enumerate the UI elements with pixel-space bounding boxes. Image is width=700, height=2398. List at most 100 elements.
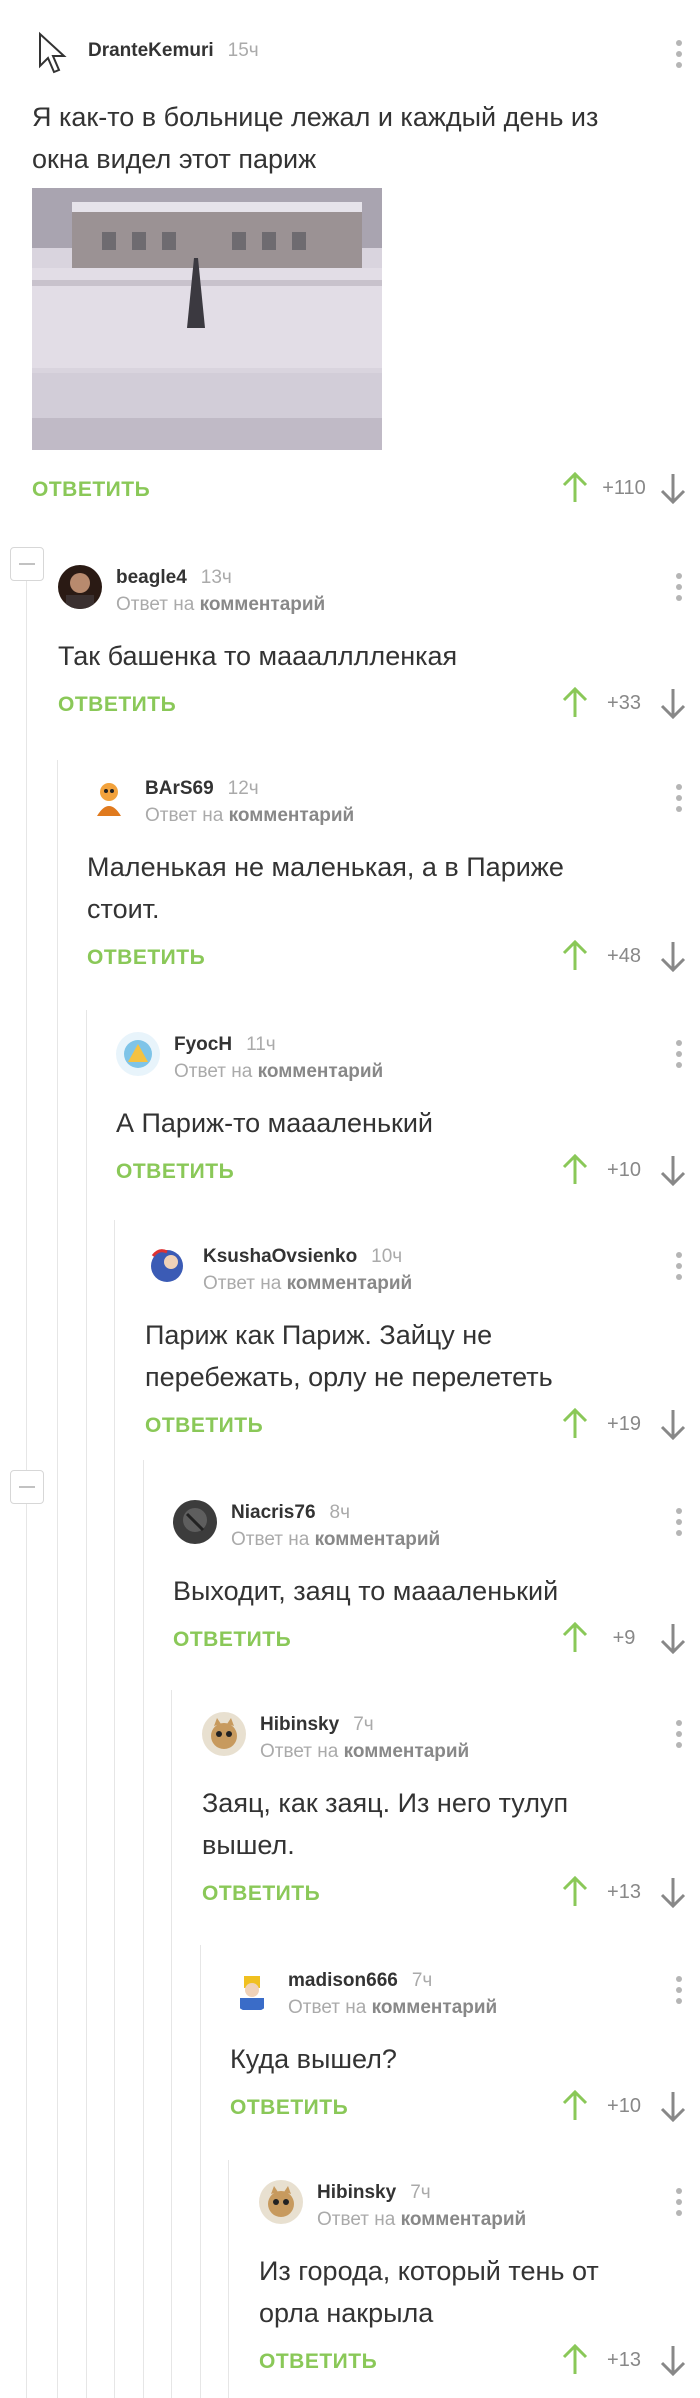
reply-target-link[interactable]: комментарий <box>258 1061 384 1082</box>
thread-line <box>171 1690 172 2398</box>
avatar[interactable] <box>173 1500 217 1544</box>
reply-target-link[interactable]: комментарий <box>344 1741 470 1762</box>
comment: KsushaOvsienko 10ч Ответ на комментарий П… <box>145 1244 700 1444</box>
arrow-down-icon[interactable] <box>660 1154 686 1186</box>
avatar[interactable] <box>58 565 102 609</box>
comment-image[interactable] <box>32 188 382 450</box>
avatar[interactable] <box>87 776 131 820</box>
vote-block: +10 <box>562 1154 686 1186</box>
reply-to: Ответ на комментарий <box>288 1997 498 2018</box>
reply-target-link[interactable]: комментарий <box>372 1997 498 2018</box>
avatar[interactable] <box>145 1244 189 1288</box>
arrow-up-icon[interactable] <box>562 687 588 719</box>
more-vertical-icon[interactable] <box>676 784 682 817</box>
comment-time: 10ч <box>371 1246 403 1267</box>
more-vertical-icon[interactable] <box>676 1040 682 1073</box>
avatar[interactable] <box>259 2180 303 2224</box>
cursor-arrow-icon <box>32 30 76 74</box>
comment-author[interactable]: Niacris76 8ч <box>231 1502 350 1524</box>
arrow-up-icon[interactable] <box>562 1876 588 1908</box>
comment: madison666 7ч Ответ на комментарий Куда в… <box>230 1968 700 2128</box>
more-vertical-icon[interactable] <box>676 573 682 606</box>
more-vertical-icon[interactable] <box>676 1720 682 1753</box>
reply-target-link[interactable]: комментарий <box>287 1273 413 1294</box>
avatar[interactable] <box>116 1032 160 1076</box>
comment-author[interactable]: BArS69 12ч <box>145 778 259 800</box>
comment-author[interactable]: DranteKemuri 15ч <box>88 40 259 62</box>
arrow-down-icon[interactable] <box>660 1408 686 1440</box>
arrow-down-icon[interactable] <box>660 2090 686 2122</box>
more-vertical-icon[interactable] <box>676 1508 682 1541</box>
vote-block: +10 <box>562 2090 686 2122</box>
thread-line <box>200 1945 201 2398</box>
comment-author[interactable]: madison666 7ч <box>288 1970 432 1992</box>
more-vertical-icon[interactable] <box>676 2188 682 2221</box>
reply-button[interactable]: ОТВЕТИТЬ <box>259 2350 377 2374</box>
comment-author[interactable]: Hibinsky 7ч <box>317 2182 431 2204</box>
avatar[interactable] <box>202 1712 246 1756</box>
comment-time: 13ч <box>200 567 232 588</box>
arrow-down-icon[interactable] <box>660 1622 686 1654</box>
comment: beagle4 13ч Ответ на комментарий Так баше… <box>58 565 700 725</box>
comment-text: Заяц, как заяц. Из него тулуп вышел. <box>202 1788 569 1860</box>
comment-time: 7ч <box>411 1970 433 1991</box>
thread-line <box>143 1460 144 2398</box>
reply-target-link[interactable]: комментарий <box>200 594 326 615</box>
reply-button[interactable]: ОТВЕТИТЬ <box>145 1414 263 1438</box>
comment-time: 7ч <box>410 2182 431 2203</box>
vote-block: +9 <box>562 1622 686 1654</box>
arrow-up-icon[interactable] <box>562 940 588 972</box>
comment: FyocH 11ч Ответ на комментарий А Париж-то… <box>116 1032 700 1192</box>
more-vertical-icon[interactable] <box>676 1976 682 2009</box>
comment-rating: +13 <box>607 1880 641 1903</box>
arrow-down-icon[interactable] <box>660 1876 686 1908</box>
comment: Niacris76 8ч Ответ на комментарий Выходит… <box>173 1500 700 1660</box>
arrow-down-icon[interactable] <box>660 472 686 504</box>
arrow-up-icon[interactable] <box>562 1154 588 1186</box>
comment-text: Я как-то в больнице лежал и каждый день … <box>32 102 599 174</box>
arrow-up-icon[interactable] <box>562 1408 588 1440</box>
comment-time: 12ч <box>227 778 259 799</box>
reply-target-link[interactable]: комментарий <box>401 2209 527 2230</box>
arrow-up-icon[interactable] <box>562 2090 588 2122</box>
reply-to: Ответ на комментарий <box>116 594 326 615</box>
reply-button[interactable]: ОТВЕТИТЬ <box>116 1160 234 1184</box>
comment-author[interactable]: beagle4 13ч <box>116 567 232 589</box>
arrow-up-icon[interactable] <box>562 2344 588 2376</box>
comment-rating: +33 <box>607 691 641 714</box>
comment-time: 8ч <box>329 1502 350 1523</box>
reply-button[interactable]: ОТВЕТИТЬ <box>58 693 176 717</box>
reply-button[interactable]: ОТВЕТИТЬ <box>32 478 150 502</box>
reply-to: Ответ на комментарий <box>260 1741 470 1762</box>
reply-button[interactable]: ОТВЕТИТЬ <box>230 2096 348 2120</box>
thread-line <box>228 2160 229 2398</box>
comment-rating: +9 <box>612 1626 636 1649</box>
reply-target-link[interactable]: комментарий <box>315 1529 441 1550</box>
collapse-thread-icon[interactable] <box>10 547 44 581</box>
comment-rating: +19 <box>607 1412 641 1435</box>
arrow-down-icon[interactable] <box>660 940 686 972</box>
reply-target-link[interactable]: комментарий <box>229 805 355 826</box>
comment-author[interactable]: FyocH 11ч <box>174 1034 276 1056</box>
comment-author[interactable]: Hibinsky 7ч <box>260 1714 374 1736</box>
reply-to: Ответ на комментарий <box>174 1061 384 1082</box>
arrow-up-icon[interactable] <box>562 472 588 504</box>
reply-button[interactable]: ОТВЕТИТЬ <box>202 1882 320 1906</box>
more-vertical-icon[interactable] <box>676 40 682 73</box>
arrow-down-icon[interactable] <box>660 687 686 719</box>
comment-text: Выходит, заяц то маааленький <box>173 1576 559 1606</box>
arrow-down-icon[interactable] <box>660 2344 686 2376</box>
vote-block: +33 <box>562 687 686 719</box>
comment-rating: +48 <box>607 944 641 967</box>
thread-line <box>114 1220 115 2398</box>
reply-button[interactable]: ОТВЕТИТЬ <box>173 1628 291 1652</box>
reply-to: Ответ на комментарий <box>145 805 355 826</box>
reply-button[interactable]: ОТВЕТИТЬ <box>87 946 205 970</box>
arrow-up-icon[interactable] <box>562 1622 588 1654</box>
comment: Hibinsky 7ч Ответ на комментарий Заяц, ка… <box>202 1712 700 1912</box>
comment-text: Куда вышел? <box>230 2044 397 2074</box>
more-vertical-icon[interactable] <box>676 1252 682 1285</box>
collapse-thread-icon[interactable] <box>10 1470 44 1504</box>
comment-author[interactable]: KsushaOvsienko 10ч <box>203 1246 402 1268</box>
avatar[interactable] <box>230 1968 274 2012</box>
